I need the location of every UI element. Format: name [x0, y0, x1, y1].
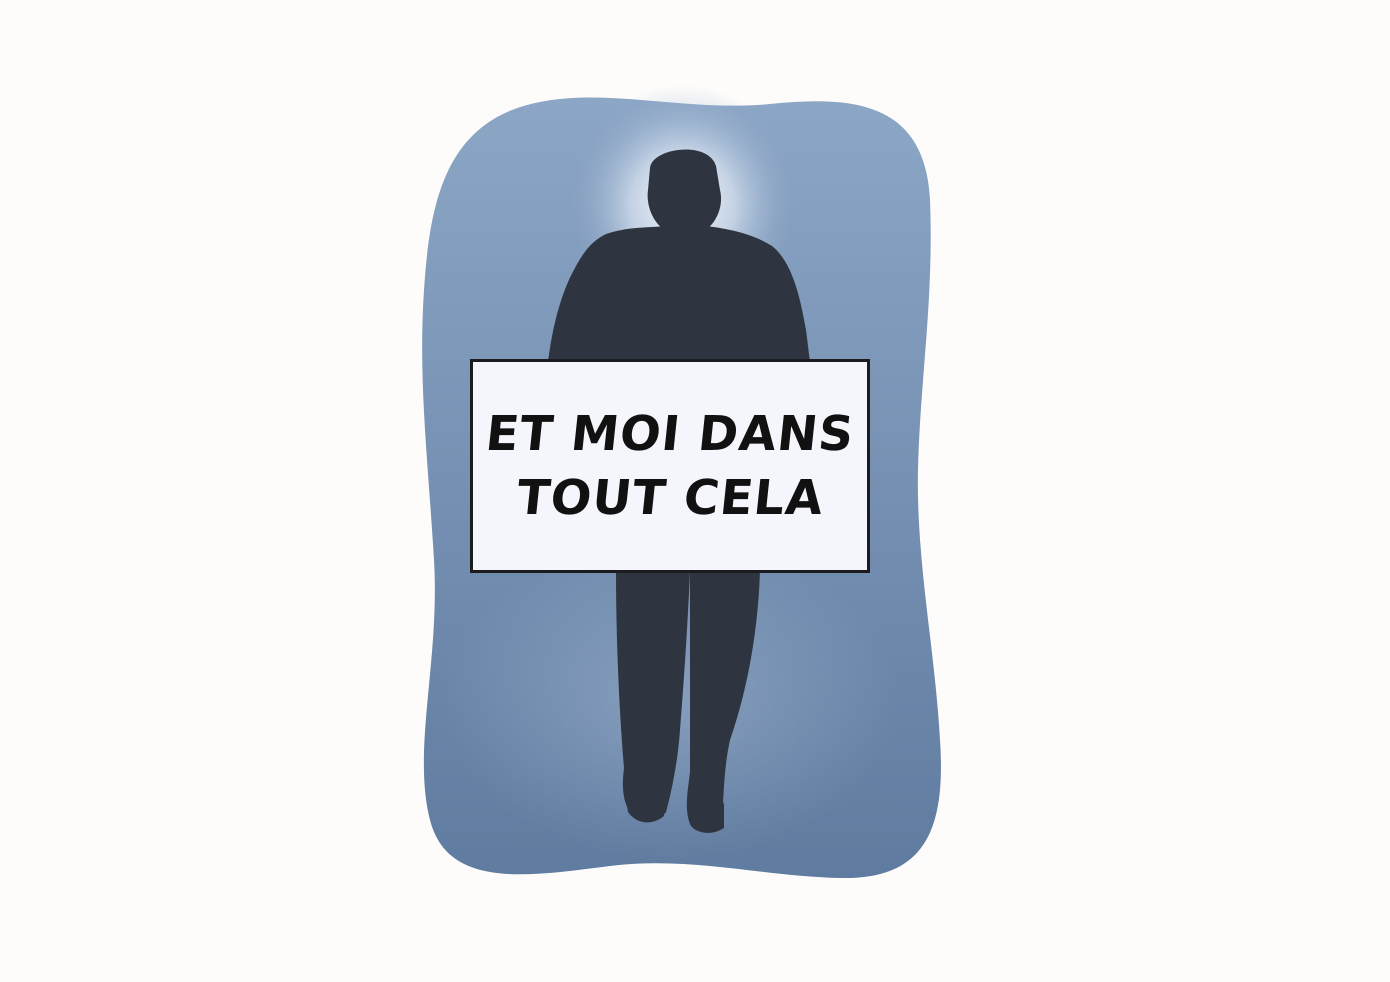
- illustration-stage: ET MOI DANS TOUT CELA: [0, 0, 1390, 982]
- caption-line-1: ET MOI DANS: [482, 406, 858, 462]
- caption-line-2: TOUT CELA: [513, 470, 827, 526]
- caption-sign: ET MOI DANS TOUT CELA: [470, 359, 870, 573]
